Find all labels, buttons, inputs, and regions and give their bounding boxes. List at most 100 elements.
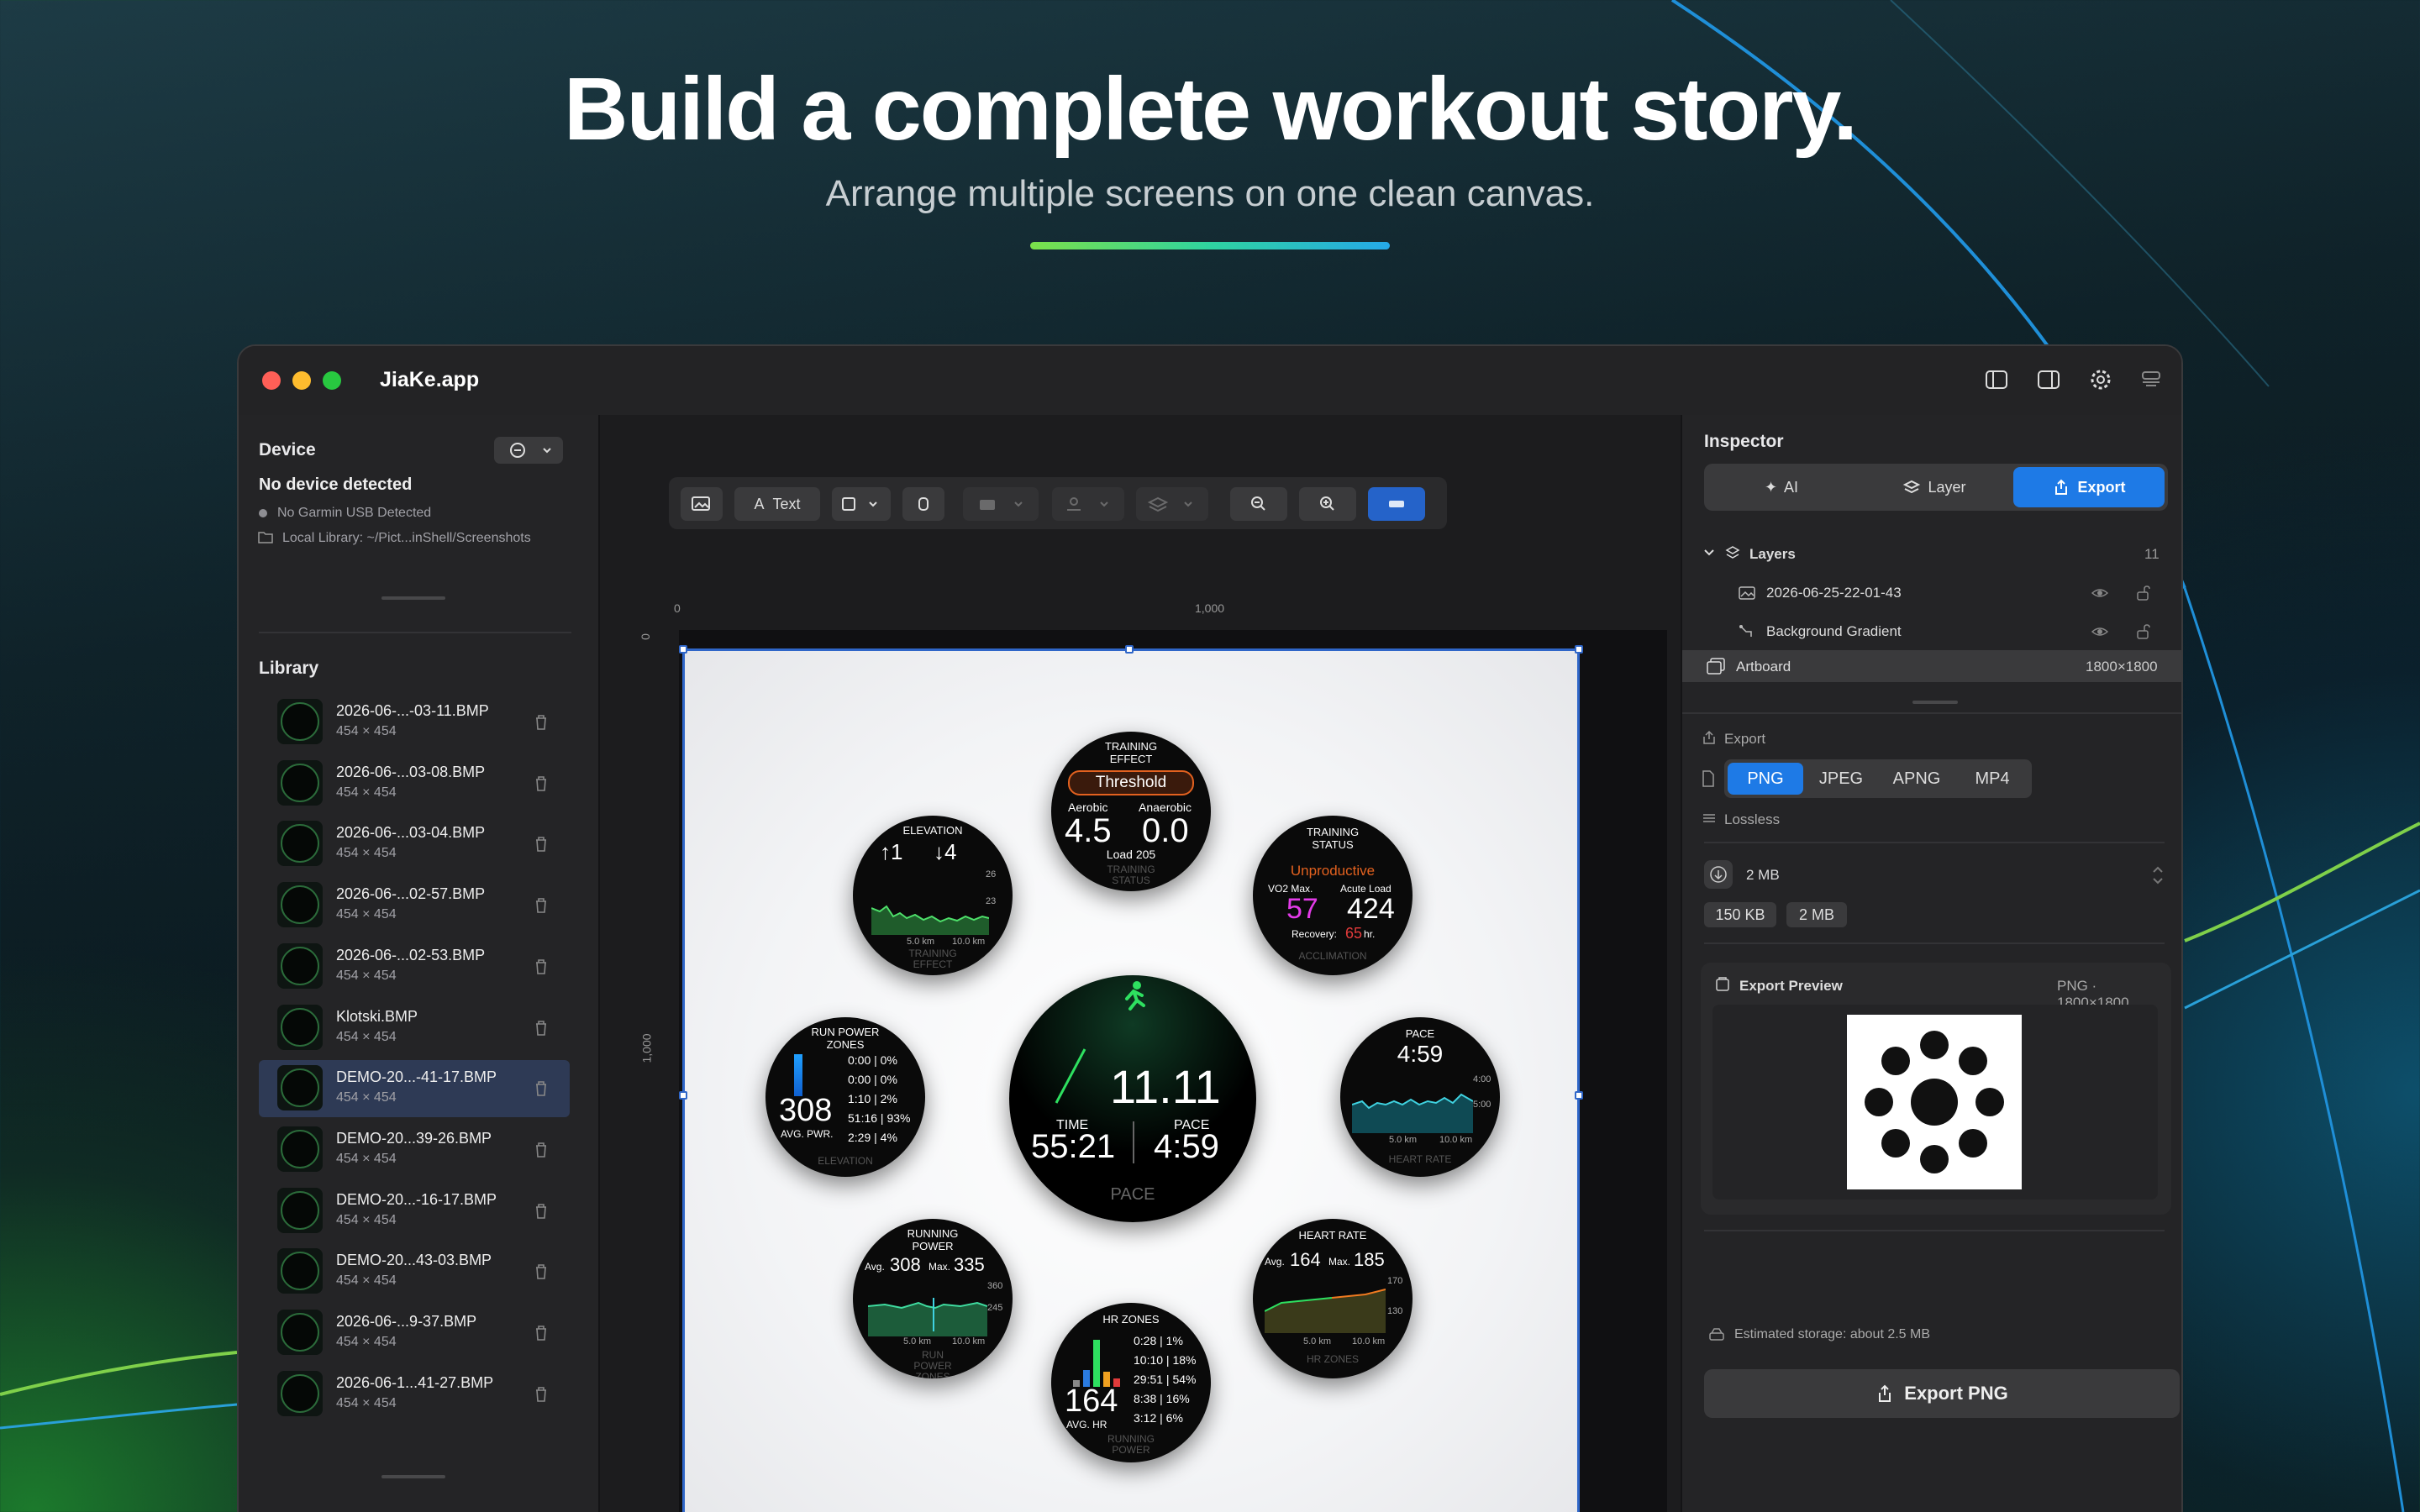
resize-handle-right[interactable]: [1575, 1091, 1583, 1100]
artboard[interactable]: TRAINING EFFECT Threshold Aerobic 4.5 An…: [679, 645, 1583, 1512]
watch-thumbnail-icon: [281, 702, 319, 741]
trash-icon[interactable]: [531, 895, 551, 916]
panel-resize-handle[interactable]: [1912, 701, 1958, 704]
lock-open-icon[interactable]: [2136, 585, 2151, 601]
toggle-left-sidebar-button[interactable]: [1978, 363, 2015, 396]
size-chip-2mb[interactable]: 2 MB: [1786, 902, 1847, 927]
resize-handle-top[interactable]: [1125, 645, 1134, 654]
trash-icon[interactable]: [531, 712, 551, 732]
arrange-menu-button[interactable]: [963, 487, 1039, 521]
trash-icon[interactable]: [531, 957, 551, 977]
image-icon: [692, 496, 710, 511]
tab-layer[interactable]: Layer: [1859, 467, 2010, 507]
library-item[interactable]: 2026-06-1...41-27.BMP 454 × 454: [259, 1366, 570, 1423]
status-value: Unproductive: [1290, 863, 1376, 879]
size-chip-150kb[interactable]: 150 KB: [1704, 902, 1776, 927]
fit-canvas-button[interactable]: [1368, 487, 1425, 521]
local-library-path[interactable]: Local Library: ~/Pict...inShell/Screensh…: [282, 531, 531, 546]
trash-icon[interactable]: [531, 1018, 551, 1038]
library-item-size: 454 × 454: [336, 1395, 397, 1410]
artboard-row[interactable]: Artboard 1800×1800: [1682, 650, 2181, 682]
resize-handle[interactable]: [381, 596, 445, 600]
settings-button[interactable]: [2082, 363, 2119, 396]
watch-power-zones[interactable]: RUN POWER ZONES 308 AVG. PWR. 0:00 | 0% 0…: [765, 1017, 925, 1177]
library-item[interactable]: 2026-06-...02-53.BMP 454 × 454: [259, 938, 570, 995]
divider: [1704, 942, 2165, 944]
trash-icon[interactable]: [531, 1079, 551, 1099]
library-item-name: 2026-06-...-03-11.BMP: [336, 702, 489, 719]
lossless-label[interactable]: Lossless: [1724, 811, 1780, 828]
library-item[interactable]: 2026-06-...03-08.BMP 454 × 454: [259, 755, 570, 812]
ruler-h-1000: 1,000: [1195, 601, 1225, 615]
library-item[interactable]: Klotski.BMP 454 × 454: [259, 1000, 570, 1057]
format-apng[interactable]: APNG: [1879, 763, 1954, 795]
storage-button[interactable]: [2133, 363, 2170, 396]
tab-export[interactable]: Export: [2013, 467, 2165, 507]
chevron-down-icon[interactable]: [1701, 544, 1718, 561]
trash-icon[interactable]: [531, 1201, 551, 1221]
resize-handle-tl[interactable]: [679, 645, 687, 654]
watch-training-effect[interactable]: TRAINING EFFECT Threshold Aerobic 4.5 An…: [1051, 732, 1211, 891]
trash-icon[interactable]: [531, 1384, 551, 1404]
toggle-right-sidebar-button[interactable]: [2030, 363, 2067, 396]
layers-header[interactable]: Layers: [1749, 546, 1796, 563]
resize-handle-left[interactable]: [679, 1091, 687, 1100]
trash-icon[interactable]: [531, 1262, 551, 1282]
watch-heart-rate[interactable]: HEART RATE Avg. 164 Max. 185 170 130 5.0…: [1253, 1219, 1413, 1378]
library-item[interactable]: DEMO-20...43-03.BMP 454 × 454: [259, 1243, 570, 1300]
layer-order-button[interactable]: [1136, 487, 1208, 521]
device-menu-button[interactable]: [494, 437, 563, 464]
recovery-unit: hr.: [1364, 928, 1376, 940]
library-item-size: 454 × 454: [336, 1335, 397, 1349]
watch-icon: [918, 497, 929, 511]
sparkle-icon: ✦: [1764, 478, 1778, 496]
library-item[interactable]: DEMO-20...-41-17.BMP 454 × 454: [259, 1060, 570, 1118]
shape-menu-button[interactable]: [832, 487, 891, 521]
trash-icon[interactable]: [531, 774, 551, 794]
download-size-button[interactable]: [1704, 860, 1733, 889]
watch-main[interactable]: 11.11 TIME 55:21 PACE 4:59 PACE: [1009, 975, 1256, 1222]
layer-item-image[interactable]: 2026-06-25-22-01-43: [1766, 585, 1902, 601]
format-jpeg[interactable]: JPEG: [1803, 763, 1879, 795]
trash-icon[interactable]: [531, 1140, 551, 1160]
watch-training-status[interactable]: TRAINING STATUS Unproductive VO2 Max. 57…: [1253, 816, 1413, 975]
stepper-icon[interactable]: [2149, 860, 2166, 890]
close-window-button[interactable]: [262, 371, 281, 390]
zoom-in-button[interactable]: [1299, 487, 1356, 521]
trash-icon[interactable]: [531, 1323, 551, 1343]
watch-elevation[interactable]: ELEVATION ↑1 ↓4 26 23 5.0 km 10.0 km TRA…: [853, 816, 1013, 975]
library-item-name: 2026-06-1...41-27.BMP: [336, 1373, 494, 1391]
canvas-toolbar: A Text: [669, 477, 1447, 529]
library-item[interactable]: 2026-06-...02-57.BMP 454 × 454: [259, 877, 570, 934]
eye-icon[interactable]: [2091, 586, 2109, 600]
axis-x1: 5.0 km: [907, 937, 935, 947]
library-item[interactable]: 2026-06-...9-37.BMP 454 × 454: [259, 1305, 570, 1362]
resize-handle-tr[interactable]: [1575, 645, 1583, 654]
library-item[interactable]: 2026-06-...03-04.BMP 454 × 454: [259, 816, 570, 873]
watch-hr-zones[interactable]: HR ZONES 164 AVG. HR 0:28 | 1% 10:10 | 18…: [1051, 1303, 1211, 1462]
format-png[interactable]: PNG: [1728, 763, 1803, 795]
zoom-out-button[interactable]: [1230, 487, 1287, 521]
align-menu-button[interactable]: [1052, 487, 1124, 521]
export-png-button[interactable]: Export PNG: [1704, 1369, 2180, 1418]
trash-icon[interactable]: [531, 834, 551, 854]
format-mp4[interactable]: MP4: [1954, 763, 2030, 795]
add-image-button[interactable]: [681, 487, 723, 521]
watch-frame-button[interactable]: [902, 487, 944, 521]
watch-running-power[interactable]: RUNNING POWER Avg. 308 Max. 335 360 245 …: [853, 1219, 1013, 1378]
eye-icon[interactable]: [2091, 625, 2109, 638]
library-item-size: 454 × 454: [336, 1029, 397, 1044]
watch-footer: ACCLIMATION: [1298, 950, 1367, 962]
lock-open-icon[interactable]: [2136, 623, 2151, 640]
library-item[interactable]: DEMO-20...39-26.BMP 454 × 454: [259, 1121, 570, 1179]
watch-pace[interactable]: PACE 4:59 4:00 5:00 5.0 km 10.0 km HEART…: [1340, 1017, 1500, 1177]
library-item[interactable]: DEMO-20...-16-17.BMP 454 × 454: [259, 1183, 570, 1240]
library-scroll-handle[interactable]: [381, 1475, 445, 1478]
zoom-window-button[interactable]: [323, 371, 341, 390]
layer-item-gradient[interactable]: Background Gradient: [1766, 623, 1902, 640]
minimize-window-button[interactable]: [292, 371, 311, 390]
layers-icon: [1903, 480, 1921, 494]
add-text-button[interactable]: A Text: [734, 487, 820, 521]
tab-ai[interactable]: ✦ AI: [1707, 467, 1855, 507]
library-item[interactable]: 2026-06-...-03-11.BMP 454 × 454: [259, 694, 570, 751]
